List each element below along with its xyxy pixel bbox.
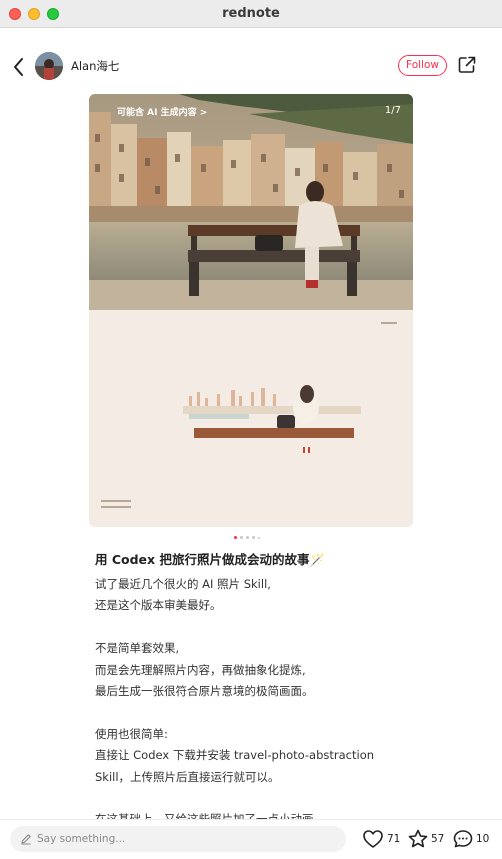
post-line: 直接让 Codex 下载并安装 travel-photo-abstraction [95,748,375,763]
ai-generated-badge[interactable]: 可能含 AI 生成内容 > [117,105,207,118]
comment-icon [453,830,473,848]
post-line [95,702,485,723]
post-line: 而是会先理解照片内容，再做抽象化提炼, [95,662,306,677]
comment-button[interactable]: 10 [452,828,492,850]
carousel-dot[interactable] [234,536,237,539]
heart-icon [363,830,383,848]
carousel-dot[interactable] [240,536,243,539]
post-line: 还是这个版本审美最好。 [95,598,222,613]
carousel-dot[interactable] [258,537,260,539]
comment-count: 10 [476,833,490,845]
post-line [95,788,485,809]
post-title: 用 Codex 把旅行照片做成会动的故事🪄 [95,552,326,567]
post-image [89,94,413,527]
post-image-carousel[interactable]: 可能含 AI 生成内容 > 1/7 [89,94,413,527]
post-header: Alan海七 Follow [0,28,502,104]
pencil-icon [21,834,31,845]
post-line: 使用也很简单: [95,726,168,741]
collect-count: 57 [431,833,445,845]
window-titlebar: rednote [0,0,502,28]
post-line: 不是简单套效果, [95,641,180,656]
window-title: rednote [222,6,280,21]
bottom-action-bar: Say something... 71 57 10 [0,819,502,859]
post-line: Skill，上传照片后直接运行就可以。 [95,769,280,784]
carousel-dots [234,536,263,540]
avatar[interactable] [35,52,63,80]
star-icon [408,829,428,848]
post-line [95,617,485,638]
collect-button[interactable]: 57 [407,828,447,850]
back-icon[interactable] [8,53,28,81]
comment-input[interactable]: Say something... [10,826,346,852]
author-name[interactable]: Alan海七 [71,58,119,74]
comment-placeholder: Say something... [37,833,126,845]
follow-button[interactable]: Follow [398,55,447,76]
post-line: 最后生成一张很符合原片意境的极简画面。 [95,683,314,698]
like-button[interactable]: 71 [362,828,402,850]
post-line: 试了最近几个很火的 AI 照片 Skill, [95,577,271,591]
carousel-dot[interactable] [246,536,249,539]
post-content: 用 Codex 把旅行照片做成会动的故事🪄 试了最近几个很火的 AI 照片 Sk… [95,549,485,831]
share-icon[interactable] [457,55,477,75]
carousel-dot[interactable] [252,536,255,539]
image-page-counter: 1/7 [384,105,401,116]
like-count: 71 [387,833,401,845]
